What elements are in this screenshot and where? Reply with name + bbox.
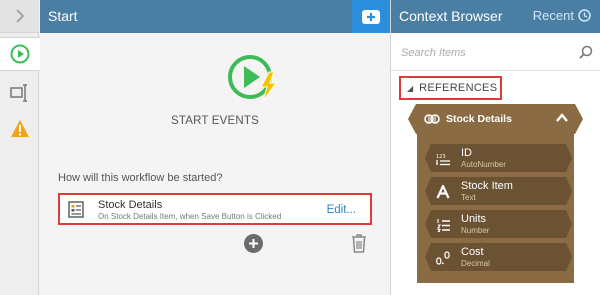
field-type: Number	[461, 226, 490, 235]
reference-field[interactable]: 123 ID AutoNumber	[425, 144, 572, 172]
chevron-right-icon	[15, 9, 24, 23]
reference-field[interactable]: Cost Decimal	[425, 243, 572, 271]
panel-title: Start	[48, 8, 78, 24]
svg-text:123: 123	[436, 154, 446, 160]
form-document-icon	[68, 201, 84, 218]
start-events-icon	[228, 55, 277, 102]
add-button[interactable]	[352, 0, 390, 33]
start-events-label: START EVENTS	[170, 115, 260, 127]
play-circle-icon	[10, 44, 30, 64]
trigger-item[interactable]: Stock Details On Stock Details Item, whe…	[58, 193, 372, 225]
reference-link-icon	[424, 112, 440, 126]
references-label: REFERENCES	[419, 82, 498, 94]
field-name: ID	[461, 147, 472, 159]
warning-icon	[10, 120, 29, 137]
field-name: Stock Item	[461, 180, 513, 192]
field-type: Text	[461, 193, 476, 202]
context-browser-title: Context Browser	[399, 8, 503, 24]
reference-group-header[interactable]: Stock Details	[408, 104, 583, 134]
add-icon	[362, 9, 380, 24]
search-icon[interactable]	[579, 45, 593, 59]
chevron-up-icon[interactable]	[555, 111, 569, 125]
reference-field[interactable]: Units Number	[425, 210, 572, 238]
rail-item-warnings[interactable]	[0, 112, 39, 146]
decimal-icon	[435, 250, 451, 266]
rail-item-start[interactable]	[0, 37, 40, 71]
edit-link[interactable]: Edit...	[327, 204, 356, 216]
reference-group-name: Stock Details	[446, 113, 512, 125]
collapse-button[interactable]	[0, 0, 39, 33]
clock-icon	[578, 9, 591, 22]
left-rail	[0, 0, 40, 295]
trigger-title: Stock Details	[98, 199, 163, 211]
field-type: AutoNumber	[461, 160, 506, 169]
field-name: Cost	[461, 246, 484, 258]
collapse-triangle-icon: ◢	[407, 83, 414, 93]
recent-button[interactable]: Recent	[533, 8, 591, 23]
trigger-description: On Stock Details Item, when Save Button …	[98, 212, 282, 221]
autonumber-icon: 123	[435, 151, 451, 167]
designer-panel: Start START EVENTS How will this workflo…	[40, 0, 390, 295]
number-icon	[435, 217, 451, 233]
context-browser-header: Context Browser Recent	[391, 0, 600, 33]
search-input[interactable]: Search Items	[401, 47, 466, 59]
text-icon	[435, 184, 451, 200]
plus-icon	[249, 239, 258, 248]
delete-icon[interactable]	[351, 233, 367, 253]
search-bar[interactable]: Search Items	[391, 33, 600, 71]
form-icon	[9, 84, 27, 102]
context-browser: Context Browser Recent Search Items ◢ RE…	[390, 0, 600, 295]
reference-fields: 123 ID AutoNumber Stock Item Text Units …	[417, 134, 574, 283]
recent-label: Recent	[532, 8, 574, 23]
designer-header: Start	[40, 0, 390, 33]
references-section-toggle[interactable]: ◢ REFERENCES	[399, 76, 502, 100]
add-event-button[interactable]	[244, 234, 263, 253]
field-type: Decimal	[461, 259, 490, 268]
reference-field[interactable]: Stock Item Text	[425, 177, 572, 205]
rail-item-properties[interactable]	[0, 76, 39, 110]
field-name: Units	[461, 213, 487, 225]
start-question: How will this workflow be started?	[58, 172, 223, 184]
